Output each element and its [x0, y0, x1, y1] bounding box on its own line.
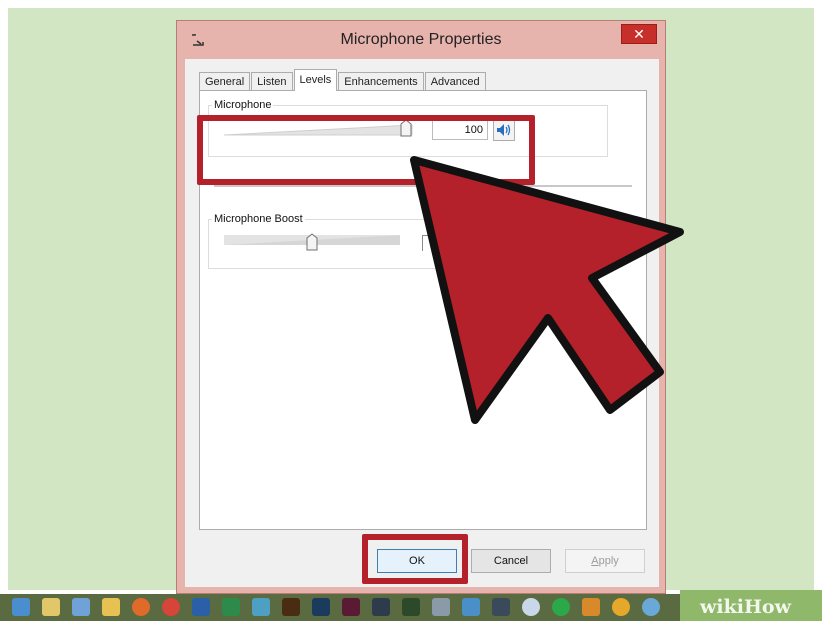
- word-icon[interactable]: [192, 598, 210, 616]
- app-icon-6[interactable]: [582, 598, 600, 616]
- lightroom-icon[interactable]: [372, 598, 390, 616]
- tab-levels[interactable]: Levels: [293, 69, 338, 91]
- spotify-icon[interactable]: [552, 598, 570, 616]
- app-icon-4[interactable]: [462, 598, 480, 616]
- app-icon-2[interactable]: [402, 598, 420, 616]
- chrome-icon[interactable]: [162, 598, 180, 616]
- indesign-icon[interactable]: [342, 598, 360, 616]
- wikihow-watermark: wikiHow: [700, 596, 791, 618]
- photoshop-icon[interactable]: [312, 598, 330, 616]
- firefox-icon[interactable]: [132, 598, 150, 616]
- start-icon[interactable]: [12, 598, 30, 616]
- watermark-wiki: wiki: [700, 596, 744, 618]
- watermark-how: How: [743, 596, 791, 618]
- file-explorer-icon[interactable]: [42, 598, 60, 616]
- app-icon-8[interactable]: [642, 598, 660, 616]
- app-icon-7[interactable]: [612, 598, 630, 616]
- illustrator-icon[interactable]: [282, 598, 300, 616]
- app-icon[interactable]: [252, 598, 270, 616]
- itunes-icon[interactable]: [522, 598, 540, 616]
- excel-icon[interactable]: [222, 598, 240, 616]
- media-icon[interactable]: [72, 598, 90, 616]
- folder-icon[interactable]: [102, 598, 120, 616]
- app-icon-3[interactable]: [432, 598, 450, 616]
- red-arrow-icon: [410, 156, 684, 424]
- app-icon-5[interactable]: [492, 598, 510, 616]
